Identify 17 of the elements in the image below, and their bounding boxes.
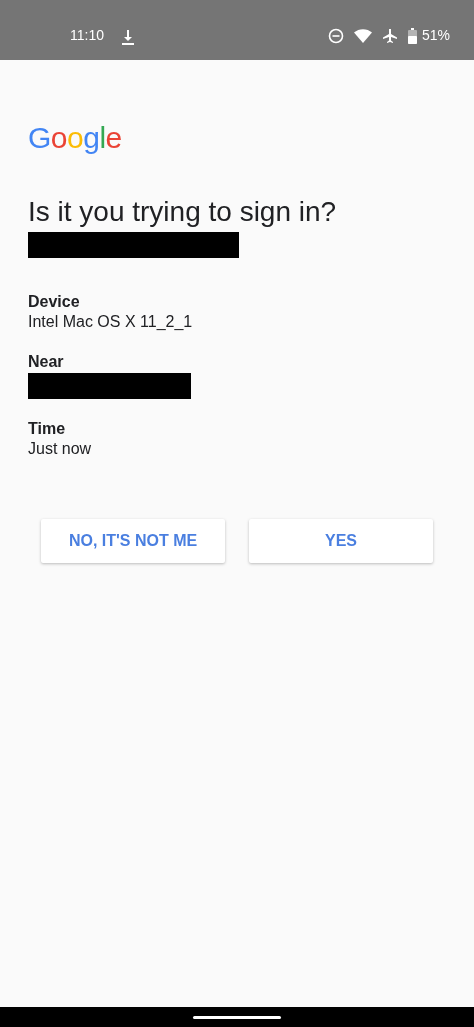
detail-label: Near [28, 352, 65, 372]
do-not-disturb-icon [327, 27, 344, 44]
home-handle[interactable] [193, 1015, 281, 1019]
download-icon [120, 29, 136, 45]
deny-button[interactable]: NO, IT'S NOT ME [41, 519, 225, 563]
battery-icon [407, 27, 417, 44]
wifi-icon [353, 28, 372, 43]
detail-value: Just now [28, 439, 93, 459]
airplane-icon [381, 27, 398, 44]
detail-value: Intel Mac OS X 11_2_1 [28, 312, 194, 332]
confirm-button[interactable]: YES [249, 519, 433, 563]
status-time: 11:10 [70, 26, 104, 45]
battery-percent: 51% [421, 26, 450, 45]
detail-label: Device [28, 292, 81, 312]
page-title: Is it you trying to sign in? [28, 195, 338, 229]
google-logo: Google [28, 120, 122, 156]
detail-label: Time [28, 419, 67, 439]
